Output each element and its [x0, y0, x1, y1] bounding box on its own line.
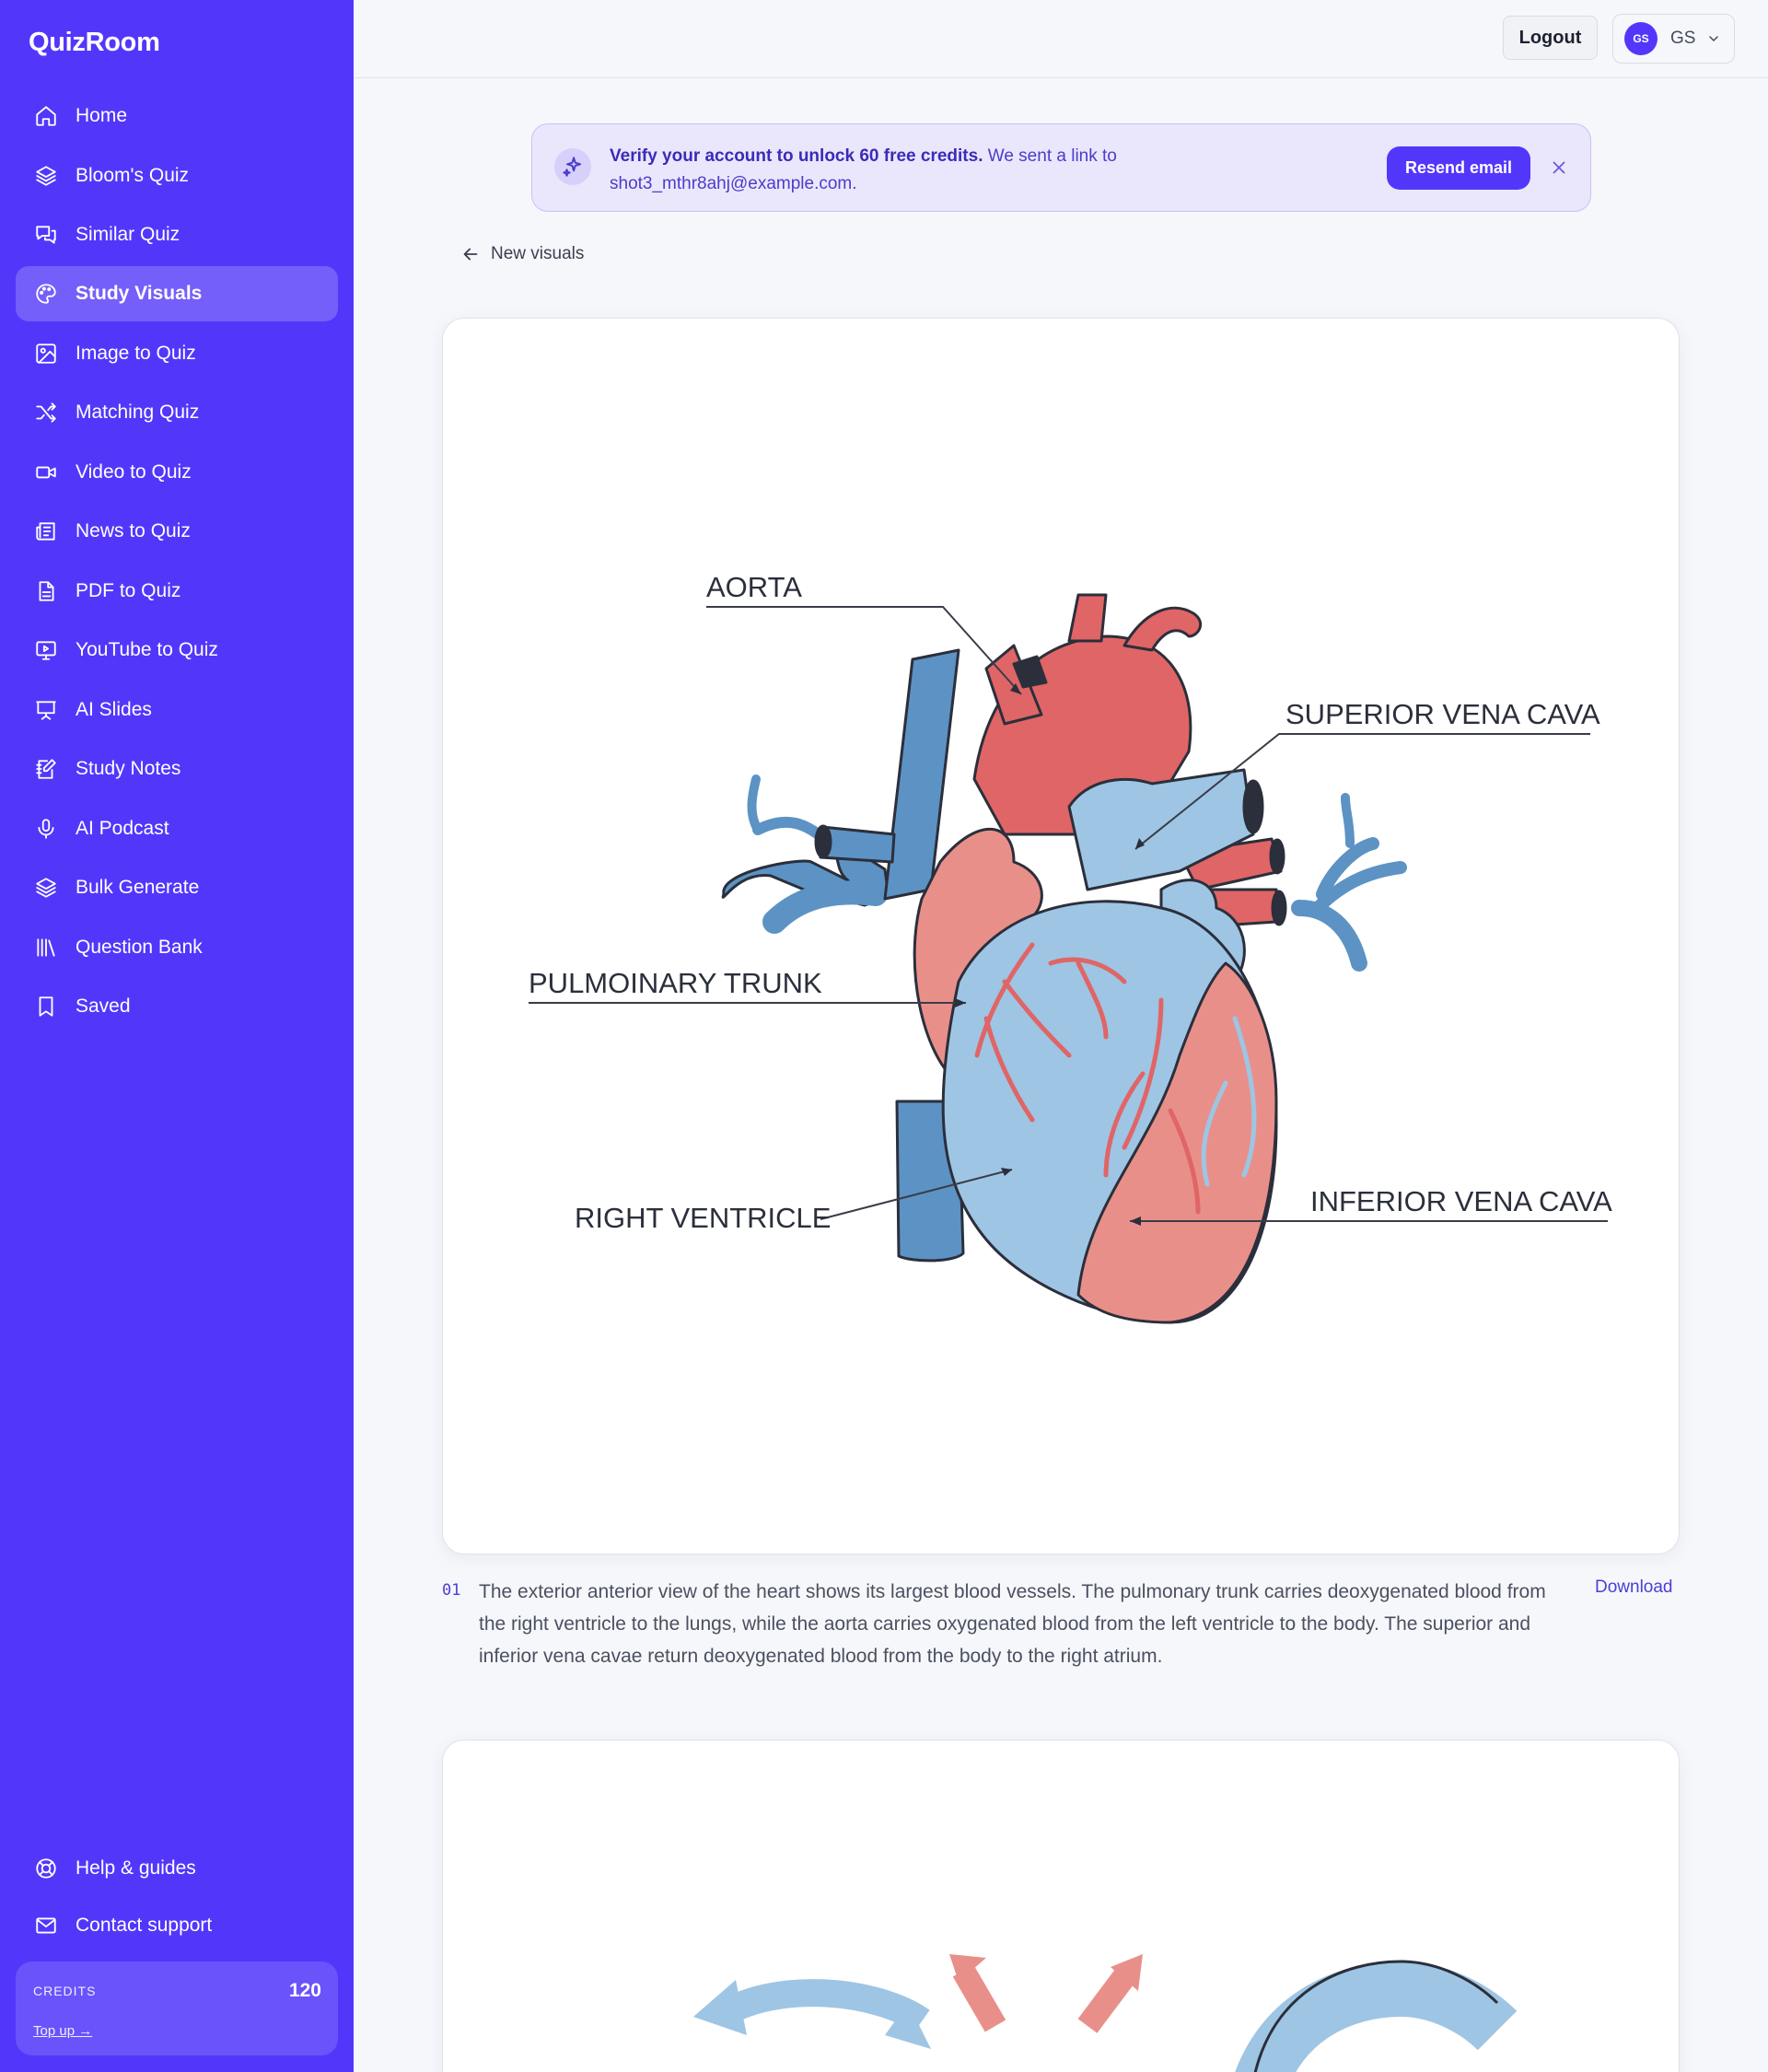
sidebar-item-study-visuals[interactable]: Study Visuals — [16, 266, 338, 321]
sidebar-item-question-bank[interactable]: Question Bank — [16, 920, 338, 975]
back-link[interactable]: New visuals — [460, 244, 584, 264]
circulation-diagram — [693, 1954, 1518, 2072]
sidebar-item-label: Saved — [76, 995, 131, 1017]
sidebar-item-youtube-to-quiz[interactable]: YouTube to Quiz — [16, 623, 338, 678]
layers-icon — [33, 875, 59, 901]
sidebar-item-label: Bulk Generate — [76, 877, 200, 898]
label-inferior-vena-cava: INFERIOR VENA CAVA — [1310, 1185, 1612, 1217]
sidebar-item-label: Video to Quiz — [76, 461, 192, 483]
verify-banner: Verify your account to unlock 60 free cr… — [531, 123, 1591, 212]
sidebar-item-label: Study Notes — [76, 758, 181, 779]
sidebar-item-label: Home — [76, 105, 128, 126]
mail-icon — [33, 1913, 59, 1938]
user-initials: GS — [1670, 29, 1696, 48]
sidebar-item-similar-quiz[interactable]: Similar Quiz — [16, 207, 338, 262]
sidebar-item-image-to-quiz[interactable]: Image to Quiz — [16, 326, 338, 381]
library-icon — [33, 935, 59, 960]
banner-title: Verify your account to unlock 60 free cr… — [610, 146, 983, 166]
newspaper-icon — [33, 518, 59, 544]
presentation-icon — [33, 697, 59, 723]
sidebar-item-news-to-quiz[interactable]: News to Quiz — [16, 504, 338, 559]
chevron-down-icon — [1709, 36, 1719, 41]
microphone-icon — [33, 816, 59, 842]
sidebar-item-contact-support[interactable]: Contact support — [16, 1898, 338, 1953]
label-superior-vena-cava: SUPERIOR VENA CAVA — [1285, 698, 1600, 730]
sidebar-item-home[interactable]: Home — [16, 88, 338, 144]
document-icon — [33, 578, 59, 604]
sidebar-item-study-notes[interactable]: Study Notes — [16, 741, 338, 797]
credits-value: 120 — [288, 1980, 321, 2001]
sidebar-item-saved[interactable]: Saved — [16, 979, 338, 1034]
sidebar-item-label: Study Visuals — [76, 283, 203, 304]
chat-icon — [33, 222, 59, 248]
sidebar: QuizRoom Home Bloom's Quiz Similar Quiz … — [0, 0, 354, 2072]
visual-number: 01 — [442, 1581, 461, 1600]
sidebar-item-help[interactable]: Help & guides — [16, 1841, 338, 1896]
notes-icon — [33, 756, 59, 782]
visual-card — [442, 1740, 1680, 2072]
sidebar-item-label: Image to Quiz — [76, 343, 196, 364]
monitor-play-icon — [33, 637, 59, 663]
top-up-link[interactable]: Top up → — [33, 2023, 92, 2039]
sparkles-icon — [554, 148, 591, 185]
sidebar-item-label: AI Podcast — [76, 818, 169, 839]
bookmark-icon — [33, 994, 59, 1019]
arrow-left-icon — [463, 248, 478, 261]
sidebar-item-label: Similar Quiz — [76, 224, 180, 245]
visual-card: AORTA SUPERIOR VENA CAVA PULMOINARY TRUN… — [442, 318, 1680, 1554]
banner-message: Verify your account to unlock 60 free cr… — [610, 143, 1199, 198]
avatar: GS — [1624, 22, 1658, 55]
sidebar-item-label: News to Quiz — [76, 520, 191, 541]
label-right-ventricle: RIGHT VENTRICLE — [575, 1202, 831, 1234]
logout-button[interactable]: Logout — [1503, 16, 1598, 60]
label-aorta: AORTA — [706, 571, 802, 603]
sidebar-item-label: Question Bank — [76, 937, 203, 958]
video-icon — [33, 460, 59, 485]
back-link-label: New visuals — [491, 244, 585, 263]
sidebar-item-matching-quiz[interactable]: Matching Quiz — [16, 385, 338, 440]
sidebar-item-ai-slides[interactable]: AI Slides — [16, 682, 338, 738]
label-pulmonary-trunk: PULMOINARY TRUNK — [529, 967, 822, 999]
sidebar-item-label: PDF to Quiz — [76, 580, 181, 601]
shuffle-icon — [33, 400, 59, 425]
credits-label: CREDITS — [33, 1984, 97, 1998]
sidebar-item-video-to-quiz[interactable]: Video to Quiz — [16, 445, 338, 500]
heart-diagram: AORTA SUPERIOR VENA CAVA PULMOINARY TRUN… — [529, 571, 1612, 1324]
user-menu-button[interactable]: GS GS — [1612, 14, 1735, 64]
sidebar-item-pdf-to-quiz[interactable]: PDF to Quiz — [16, 564, 338, 619]
palette-icon — [33, 281, 59, 307]
sidebar-item-ai-podcast[interactable]: AI Podcast — [16, 801, 338, 856]
sidebar-item-label: Contact support — [76, 1915, 213, 1936]
sidebar-item-label: Bloom's Quiz — [76, 165, 190, 186]
sidebar-item-label: AI Slides — [76, 699, 152, 720]
download-link[interactable]: Download — [1595, 1577, 1673, 1598]
image-icon — [33, 341, 59, 367]
top-bar: Logout GS GS — [354, 0, 1768, 78]
home-icon — [33, 103, 59, 129]
lifebuoy-icon — [33, 1856, 59, 1881]
resend-email-button[interactable]: Resend email — [1387, 146, 1530, 190]
sidebar-item-bulk-generate[interactable]: Bulk Generate — [16, 860, 338, 915]
app-logo[interactable]: QuizRoom — [29, 28, 160, 58]
close-icon[interactable] — [1549, 157, 1569, 178]
layers-icon — [33, 163, 59, 189]
credits-panel: CREDITS 120 Top up → — [16, 1961, 338, 2055]
sidebar-item-label: Matching Quiz — [76, 402, 200, 423]
visual-caption: The exterior anterior view of the heart … — [479, 1581, 1546, 1667]
sidebar-item-label: Help & guides — [76, 1857, 196, 1879]
sidebar-item-blooms-quiz[interactable]: Bloom's Quiz — [16, 148, 338, 204]
sidebar-item-label: YouTube to Quiz — [76, 639, 218, 660]
